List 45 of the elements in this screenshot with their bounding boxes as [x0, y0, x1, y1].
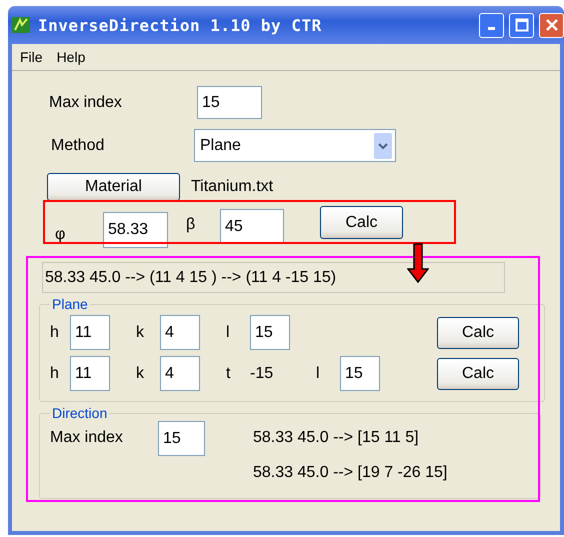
- material-file-label: Titanium.txt: [191, 178, 274, 196]
- index-label: k: [136, 324, 145, 342]
- direction-result: 58.33 45.0 --> [15 11 5]: [253, 429, 420, 447]
- max-index-field[interactable]: 15: [158, 421, 205, 456]
- direction-group-title: Direction: [51, 405, 108, 421]
- index-label: t: [226, 364, 232, 382]
- phi-label: φ: [55, 225, 66, 244]
- index-field[interactable]: 15: [250, 315, 290, 350]
- calc-button[interactable]: Calc: [437, 358, 519, 390]
- close-icon[interactable]: [544, 18, 558, 32]
- max-index-label: Max index: [50, 429, 124, 447]
- index-field[interactable]: 11: [70, 315, 110, 350]
- index-field[interactable]: 4: [160, 356, 200, 391]
- maximize-icon[interactable]: [514, 18, 528, 32]
- material-button[interactable]: Material: [47, 173, 180, 201]
- index-label: h: [50, 324, 60, 342]
- index-label: h: [50, 364, 60, 382]
- result-field: 58.33 45.0 --> (11 4 15 ) --> (11 4 -15 15): [42, 262, 505, 293]
- minimize-button[interactable]: [479, 12, 504, 38]
- calc-button[interactable]: Calc: [320, 206, 403, 239]
- maximize-button[interactable]: [509, 12, 534, 38]
- menu-item[interactable]: File: [20, 49, 43, 65]
- down-arrow-icon: [407, 243, 429, 283]
- method-dropdown[interactable]: Plane: [194, 129, 396, 162]
- max-index-label: Max index: [49, 94, 123, 112]
- method-label: Method: [51, 136, 106, 154]
- index-field[interactable]: 15: [340, 356, 380, 391]
- index-label: l: [226, 324, 231, 342]
- dropdown-icon[interactable]: [374, 132, 392, 158]
- index-field[interactable]: 11: [70, 356, 110, 391]
- plane-group-title: Plane: [51, 296, 89, 312]
- index-label: l: [316, 364, 321, 382]
- menu-item[interactable]: Help: [56, 49, 86, 65]
- index-label: k: [136, 364, 145, 382]
- beta-label: β: [186, 215, 196, 234]
- max-index-field[interactable]: 15: [197, 86, 262, 119]
- calc-button[interactable]: Calc: [437, 316, 519, 348]
- beta-field[interactable]: 45: [220, 209, 284, 244]
- index-field[interactable]: 4: [160, 315, 200, 350]
- window-title: InverseDirection 1.10 by CTR: [38, 16, 322, 34]
- close-button[interactable]: [539, 12, 564, 38]
- phi-field[interactable]: 58.33: [103, 212, 168, 248]
- app-icon: [12, 17, 30, 33]
- direction-result: 58.33 45.0 --> [19 7 -26 15]: [253, 464, 448, 482]
- index-value: -15: [250, 364, 274, 382]
